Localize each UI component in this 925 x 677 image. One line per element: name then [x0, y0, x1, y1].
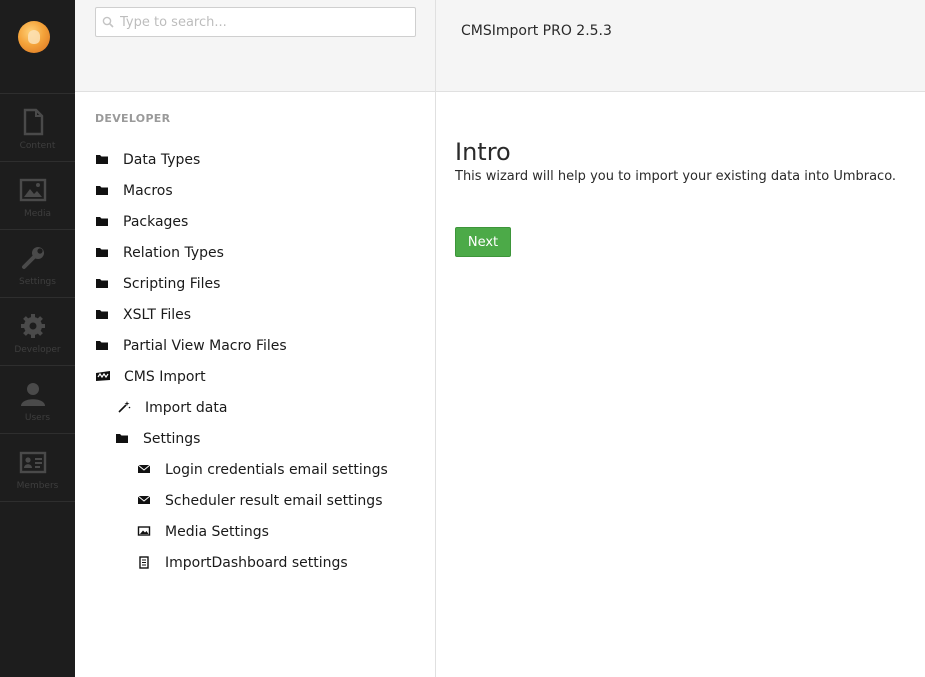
tree-item-label: Relation Types — [123, 245, 224, 261]
next-button[interactable]: Next — [455, 227, 511, 257]
tree-item-label: Macros — [123, 183, 173, 199]
rail-label: Settings — [19, 277, 56, 287]
tree-item-label: Login credentials email settings — [165, 462, 388, 478]
picture-icon — [137, 526, 151, 536]
tree-item-relation-types[interactable]: Relation Types — [95, 242, 415, 264]
tree-item-xslt-files[interactable]: XSLT Files — [95, 304, 415, 326]
tree-item-login-credentials-email-settings[interactable]: Login credentials email settings — [137, 459, 415, 481]
developer-icon — [21, 314, 45, 338]
folder-icon — [96, 217, 108, 226]
tree-item-cms-import[interactable]: CMS Import — [95, 366, 415, 388]
media-icon — [19, 178, 47, 202]
tree-item-partial-view-macro-files[interactable]: Partial View Macro Files — [95, 335, 415, 357]
page-title: CMSImport PRO 2.5.3 — [461, 23, 612, 39]
tree-item-packages[interactable]: Packages — [95, 211, 415, 233]
members-icon — [19, 451, 47, 474]
tree-item-label: Packages — [123, 214, 189, 230]
tree-item-import-data[interactable]: Import data — [117, 397, 415, 419]
rail-item-members[interactable]: Members — [0, 434, 75, 502]
header-divider — [435, 0, 436, 92]
tree-panel: DEVELOPER Data Types Macros Packages Rel… — [75, 92, 436, 677]
folder-icon — [96, 155, 108, 164]
tree-item-media-settings[interactable]: Media Settings — [137, 521, 415, 543]
settings-icon — [22, 247, 44, 269]
tree-item-label: Scheduler result email settings — [165, 493, 383, 509]
tree-item-label: ImportDashboard settings — [165, 555, 348, 571]
intro-description: This wizard will help you to import your… — [455, 169, 897, 184]
rail-item-users[interactable]: Users — [0, 366, 75, 434]
folder-icon — [96, 341, 108, 350]
tree-section-title: DEVELOPER — [95, 112, 171, 125]
rail-label: Content — [19, 141, 56, 151]
main-content: Intro This wizard will help you to impor… — [436, 92, 925, 677]
notepad-icon — [139, 556, 149, 569]
cmsimport-logo-icon — [96, 371, 110, 381]
tree-item-label: Import data — [145, 400, 228, 416]
tree-item-label: Data Types — [123, 152, 201, 168]
intro-title: Intro — [455, 138, 511, 166]
users-icon — [21, 383, 45, 406]
tree-item-importdashboard-settings[interactable]: ImportDashboard settings — [137, 552, 415, 574]
tree-item-settings[interactable]: Settings — [115, 428, 415, 450]
rail-item-settings[interactable]: Settings — [0, 230, 75, 298]
magic-wand-icon — [118, 401, 131, 413]
top-bar: CMSImport PRO 2.5.3 — [75, 0, 925, 92]
search-box[interactable] — [95, 7, 416, 37]
rail-item-developer[interactable]: Developer — [0, 298, 75, 366]
envelope-icon — [137, 464, 151, 473]
folder-icon — [96, 186, 108, 195]
rail-label: Developer — [14, 345, 61, 355]
envelope-icon — [137, 495, 151, 504]
rail-item-content[interactable]: Content — [0, 94, 75, 162]
folder-icon — [116, 434, 128, 443]
tree-item-macros[interactable]: Macros — [95, 180, 415, 202]
content-icon — [23, 108, 44, 136]
tree-item-label: Scripting Files — [123, 276, 221, 292]
folder-icon — [96, 310, 108, 319]
rail-label: Media — [23, 209, 52, 219]
tree-item-label: Media Settings — [165, 524, 269, 540]
tree-item-data-types[interactable]: Data Types — [95, 149, 415, 171]
rail-label: Members — [16, 481, 59, 491]
rail-item-media[interactable]: Media — [0, 162, 75, 230]
umbraco-app: Content Media Settings Developer Users M… — [0, 0, 925, 677]
section-rail: Content Media Settings Developer Users M… — [0, 0, 75, 677]
folder-icon — [96, 248, 108, 257]
tree-item-scheduler-result-email-settings[interactable]: Scheduler result email settings — [137, 490, 415, 512]
tree-item-label: Partial View Macro Files — [123, 338, 287, 354]
folder-icon — [96, 279, 108, 288]
rail-label: Users — [24, 413, 51, 423]
rail-divider — [0, 501, 75, 502]
tree-item-label: Settings — [143, 431, 201, 447]
search-icon — [102, 16, 114, 28]
tree-item-label: XSLT Files — [123, 307, 192, 323]
tree-item-scripting-files[interactable]: Scripting Files — [95, 273, 415, 295]
tree-item-label: CMS Import — [124, 369, 206, 385]
umbraco-logo-icon[interactable] — [18, 21, 50, 53]
search-input[interactable] — [120, 12, 410, 32]
